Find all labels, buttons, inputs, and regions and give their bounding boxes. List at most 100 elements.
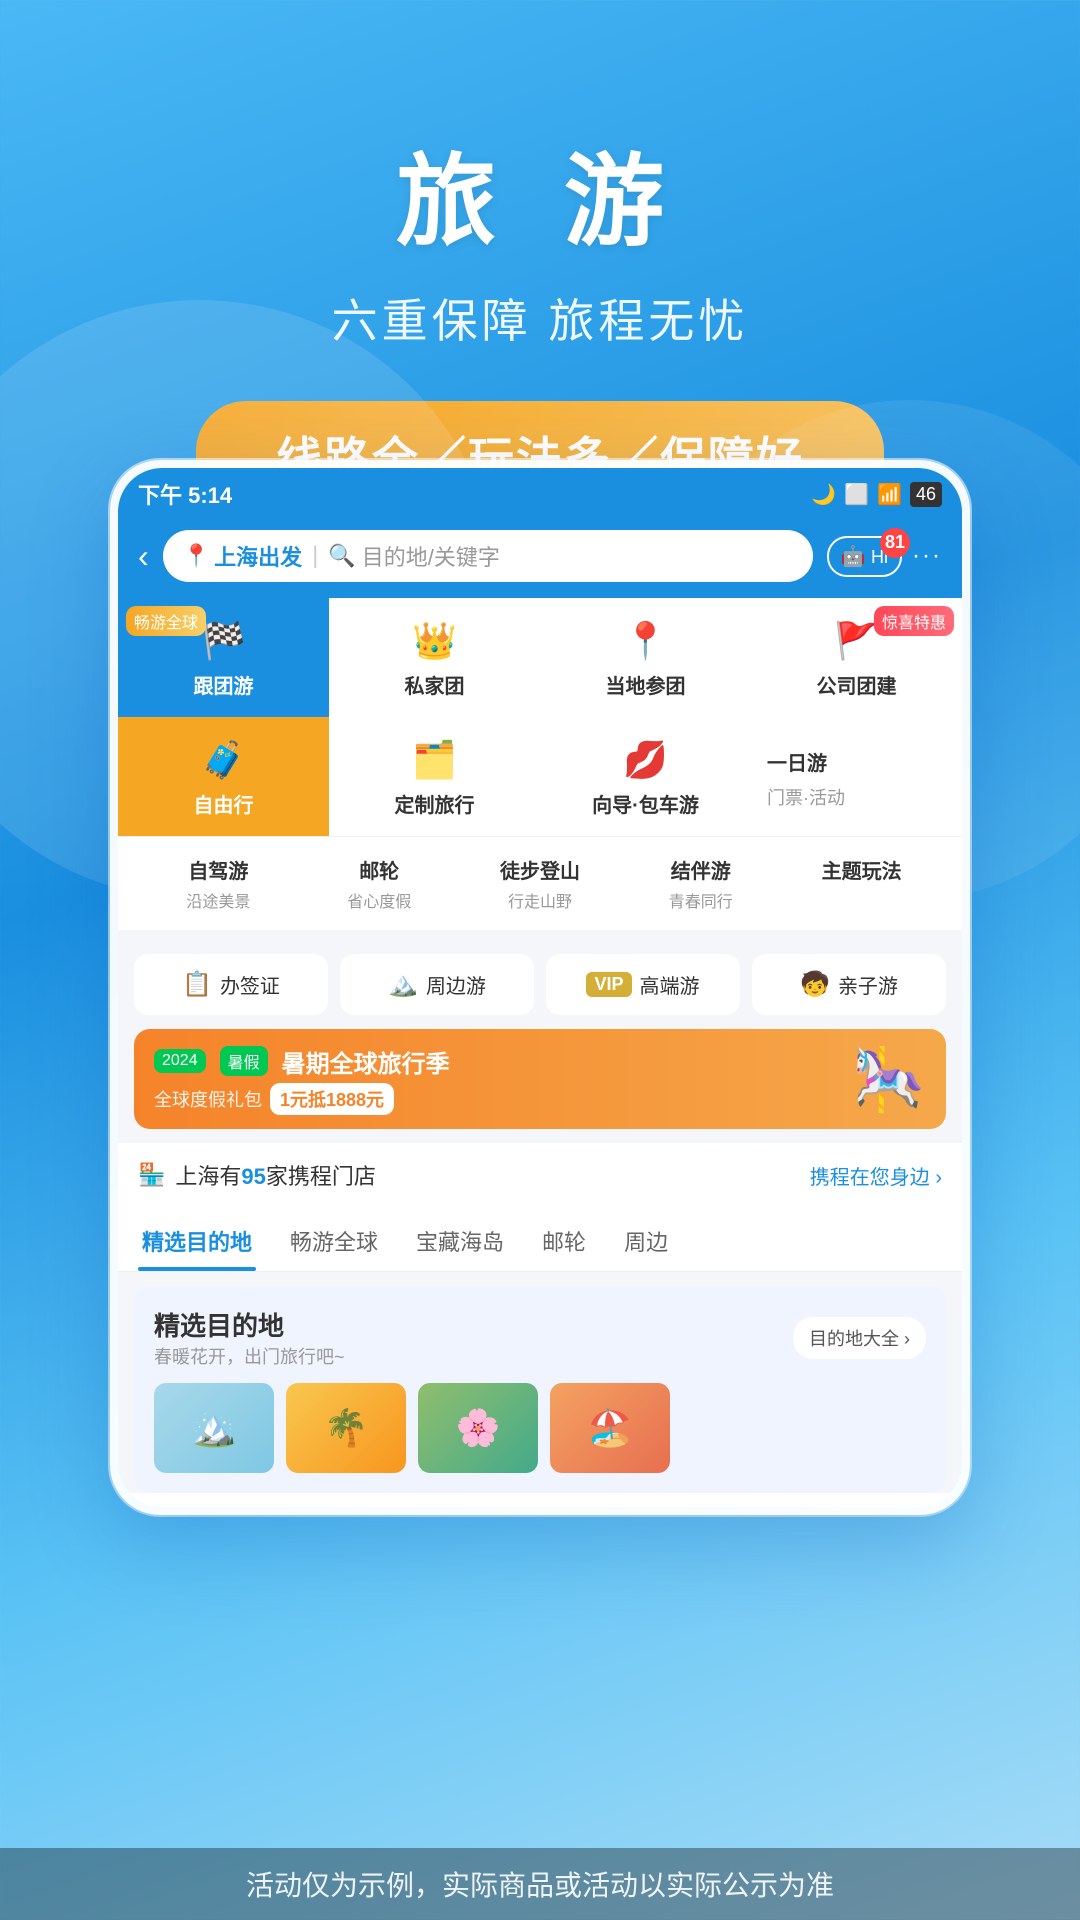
category-group-tour[interactable]: 畅游全球 🏁 跟团游 <box>118 598 329 717</box>
store-text: 上海有95家携程门店 <box>175 1159 376 1191</box>
dest-card-2[interactable]: 🌴 <box>286 1383 406 1473</box>
vip-icon: VIP <box>586 972 631 997</box>
phone-mockup: 下午 5:14 🌙 ⬜ 📶 46 ‹ 📍 上海出发 | 🔍 目的地/关键字 <box>110 460 970 1515</box>
page-subtitle: 六重保障 旅程无忧 <box>0 285 1080 351</box>
promo-sub-text: 全球度假礼包 <box>154 1086 262 1112</box>
group-tour-icon: 🏁 <box>201 620 246 662</box>
category-cruise[interactable]: 邮轮 省心度假 <box>299 855 460 912</box>
hero-section: 旅 游 六重保障 旅程无忧 线路全／玩法多／保障好 <box>0 0 1080 511</box>
destination-header: 精选目的地 春暖花开，出门旅行吧~ 目的地大全 › <box>154 1306 926 1369</box>
screen-record-icon: ⬜ <box>844 482 869 507</box>
group-tour-label: 跟团游 <box>194 670 254 699</box>
hi-badge[interactable]: 🤖 Hi 81 <box>827 536 902 577</box>
store-info: 🏪 上海有95家携程门店 携程在您身边 › <box>118 1143 962 1207</box>
search-bar[interactable]: 📍 上海出发 | 🔍 目的地/关键字 <box>163 530 813 582</box>
phone-screen: 下午 5:14 🌙 ⬜ 📶 46 ‹ 📍 上海出发 | 🔍 目的地/关键字 <box>118 468 962 1507</box>
search-divider: | <box>312 542 318 570</box>
theme-title: 主题玩法 <box>822 855 902 884</box>
search-to: 🔍 目的地/关键字 <box>328 540 500 572</box>
free-tour-icon: 🧳 <box>201 739 246 781</box>
service-family[interactable]: 🧒 亲子游 <box>752 954 946 1015</box>
local-tour-icon: 📍 <box>623 620 668 662</box>
custom-tour-icon: 🗂️ <box>412 739 457 781</box>
moon-icon: 🌙 <box>811 482 836 507</box>
company-tour-label: 公司团建 <box>817 670 897 699</box>
visa-label: 办签证 <box>220 970 280 999</box>
category-free-tour[interactable]: 🧳 自由行 <box>118 717 329 836</box>
guide-tour-label: 向导·包车游 <box>592 789 699 818</box>
status-icons: 🌙 ⬜ 📶 46 <box>811 482 942 507</box>
category-grid-row2: 🧳 自由行 🗂️ 定制旅行 💋 向导·包车游 一日游 门票·活动 <box>118 717 962 836</box>
category-company-tour[interactable]: 惊喜特惠 🚩 公司团建 <box>751 598 962 717</box>
category-theme[interactable]: 主题玩法 <box>781 855 942 912</box>
tab-cruise[interactable]: 邮轮 <box>538 1207 590 1271</box>
search-icon: 🔍 <box>328 543 355 569</box>
tab-row: 精选目的地 畅游全球 宝藏海岛 邮轮 周边 <box>118 1207 962 1272</box>
store-link[interactable]: 携程在您身边 › <box>810 1161 942 1190</box>
self-drive-title: 自驾游 <box>188 855 248 884</box>
more-options[interactable]: ··· <box>912 542 942 570</box>
tab-selected-destinations[interactable]: 精选目的地 <box>138 1207 256 1271</box>
hiking-title: 徒步登山 <box>500 855 580 884</box>
promo-illustration: 🎠 <box>851 1044 926 1115</box>
company-tour-icon: 🚩 <box>834 620 879 662</box>
category-guide-tour[interactable]: 💋 向导·包车游 <box>540 717 751 836</box>
service-premium[interactable]: VIP 高端游 <box>546 954 740 1015</box>
category-badge-red: 惊喜特惠 <box>874 606 954 636</box>
premium-label: 高端游 <box>640 970 700 999</box>
nearby-label: 周边游 <box>426 970 486 999</box>
tab-island[interactable]: 宝藏海岛 <box>412 1207 508 1271</box>
location-icon: 📍 <box>183 543 210 569</box>
dest-card-4[interactable]: 🏖️ <box>550 1383 670 1473</box>
tab-global[interactable]: 畅游全球 <box>286 1207 382 1271</box>
companion-title: 结伴游 <box>671 855 731 884</box>
category-grid-row1: 畅游全球 🏁 跟团游 👑 私家团 📍 当地参团 惊喜特惠 🚩 公司团建 <box>118 598 962 717</box>
disclaimer-text: 活动仅为示例，实际商品或活动以实际公示为准 <box>16 1864 1064 1904</box>
robot-icon: 🤖 <box>841 546 866 568</box>
self-drive-sub: 沿途美景 <box>186 888 250 912</box>
dest-card-1[interactable]: 🏔️ <box>154 1383 274 1473</box>
category-badge: 畅游全球 <box>126 606 206 636</box>
free-tour-label: 自由行 <box>194 789 254 818</box>
category-private-tour[interactable]: 👑 私家团 <box>329 598 540 717</box>
hiking-sub: 行走山野 <box>508 888 572 912</box>
app-promo-banner[interactable]: 2024 暑假 暑期全球旅行季 全球度假礼包 1元抵1888元 🎠 <box>134 1029 946 1129</box>
guide-tour-icon: 💋 <box>623 739 668 781</box>
store-left: 🏪 上海有95家携程门店 <box>138 1159 376 1191</box>
destination-link[interactable]: 目的地大全 › <box>793 1317 926 1359</box>
main-content: 畅游全球 🏁 跟团游 👑 私家团 📍 当地参团 惊喜特惠 🚩 公司团建 <box>118 598 962 1493</box>
destination-subtitle: 春暖花开，出门旅行吧~ <box>154 1343 345 1369</box>
destination-cards: 🏔️ 🌴 🌸 🏖️ <box>154 1383 926 1473</box>
cruise-title: 邮轮 <box>359 855 399 884</box>
private-tour-icon: 👑 <box>412 620 457 662</box>
category-day-tour[interactable]: 一日游 门票·活动 <box>751 717 962 836</box>
category-hiking[interactable]: 徒步登山 行走山野 <box>460 855 621 912</box>
tab-nearby[interactable]: 周边 <box>620 1207 672 1271</box>
store-icon: 🏪 <box>138 1162 165 1188</box>
header-icons: 🤖 Hi 81 ··· <box>827 536 942 577</box>
cruise-sub: 省心度假 <box>347 888 411 912</box>
category-local-tour[interactable]: 📍 当地参团 <box>540 598 751 717</box>
category-grid-row3: 自驾游 沿途美景 邮轮 省心度假 徒步登山 行走山野 结伴游 青春同行 主题玩法 <box>118 836 962 930</box>
private-tour-label: 私家团 <box>405 670 465 699</box>
category-self-drive[interactable]: 自驾游 沿途美景 <box>138 855 299 912</box>
companion-sub: 青春同行 <box>669 888 733 912</box>
promo-badge-summer: 暑假 <box>220 1046 268 1076</box>
disclaimer-bar: 活动仅为示例，实际商品或活动以实际公示为准 <box>0 1848 1080 1920</box>
service-visa[interactable]: 📋 办签证 <box>134 954 328 1015</box>
dest-card-3[interactable]: 🌸 <box>418 1383 538 1473</box>
service-nearby[interactable]: 🏔️ 周边游 <box>340 954 534 1015</box>
category-companion[interactable]: 结伴游 青春同行 <box>620 855 781 912</box>
destination-section: 精选目的地 春暖花开，出门旅行吧~ 目的地大全 › 🏔️ 🌴 🌸 🏖️ <box>134 1286 946 1493</box>
promo-content: 2024 暑假 暑期全球旅行季 全球度假礼包 1元抵1888元 <box>154 1044 851 1115</box>
status-bar: 下午 5:14 🌙 ⬜ 📶 46 <box>118 468 962 520</box>
status-time: 下午 5:14 <box>138 478 232 510</box>
custom-tour-label: 定制旅行 <box>395 789 475 818</box>
family-label: 亲子游 <box>838 970 898 999</box>
category-custom-tour[interactable]: 🗂️ 定制旅行 <box>329 717 540 836</box>
promo-main-text: 暑期全球旅行季 <box>282 1044 450 1079</box>
notification-badge: 81 <box>880 528 910 558</box>
nearby-icon: 🏔️ <box>388 970 418 999</box>
page-title: 旅 游 <box>0 120 1080 265</box>
back-button[interactable]: ‹ <box>138 538 149 575</box>
